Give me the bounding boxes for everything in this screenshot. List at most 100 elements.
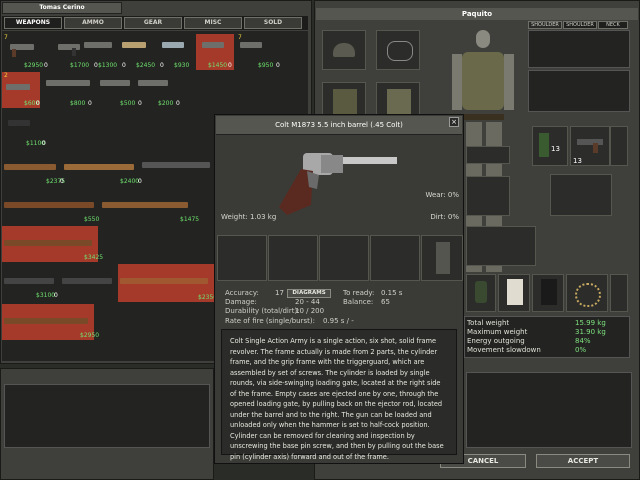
ammo-slot[interactable]: 13 (532, 126, 568, 166)
document-icon (507, 279, 523, 305)
item-price: $500 (120, 100, 136, 107)
ammo-attachment-slot[interactable] (421, 235, 463, 281)
inventory-item[interactable]: $1450 0 (196, 34, 234, 70)
item-count: 0 (176, 100, 180, 107)
shotgun-icon (4, 278, 54, 284)
holster-slot[interactable] (610, 126, 628, 166)
attachment-slot[interactable] (370, 235, 420, 281)
item-price: $2950 (24, 62, 44, 69)
attachment-slots (217, 235, 463, 285)
item-price: $2400 (120, 178, 140, 185)
item-price: $930 (174, 62, 190, 69)
inventory-item[interactable]: 7 $2950 0 (2, 34, 52, 70)
item-price: $550 (84, 216, 100, 223)
tab-neck[interactable]: NECK (598, 21, 628, 29)
inventory-item[interactable]: $2400 0 (62, 150, 142, 186)
notebook-slot[interactable] (532, 274, 564, 312)
revolver-icon (138, 80, 168, 86)
radio-slot[interactable] (466, 274, 496, 312)
tab-label: MISC (204, 19, 222, 26)
summary-box: Total weight 15.99 kg Maximum weight 31.… (464, 316, 630, 358)
description-text: Colt Single Action Army is a single acti… (230, 337, 444, 461)
attachment-slot[interactable] (268, 235, 318, 281)
attachment-slot[interactable] (319, 235, 369, 281)
attachment-slot[interactable] (217, 235, 267, 281)
item-price: $3100 (36, 292, 56, 299)
accuracy-label: Accuracy: (225, 289, 259, 297)
item-price: $3425 (84, 254, 104, 261)
wear-text: Wear: 0% (425, 191, 459, 199)
slowdown-value: 0% (575, 346, 587, 354)
item-price: $1475 (180, 216, 200, 223)
pocket-slot[interactable] (550, 174, 612, 216)
bottom-left-slot (4, 384, 210, 448)
tab-ammo[interactable]: AMMO (64, 17, 122, 29)
item-count: 0 (36, 100, 40, 107)
ammo-box-icon (539, 133, 549, 157)
misc-slot[interactable] (610, 274, 628, 312)
item-qty: 7 (238, 34, 242, 41)
energy-label: Energy outgoing (467, 337, 525, 345)
pistol-icon (202, 42, 224, 48)
close-icon[interactable]: × (449, 117, 459, 127)
item-price: $2450 (136, 62, 156, 69)
inventory-item[interactable]: 2 $600 0 (2, 72, 40, 108)
grip-icon (72, 48, 76, 56)
inventory-item[interactable]: $3425 (2, 226, 103, 262)
tab-sold[interactable]: SOLD (244, 17, 302, 29)
item-qty: 7 (4, 34, 8, 41)
neck-slot[interactable] (528, 70, 630, 112)
pistol-icon (240, 42, 262, 48)
diagrams-button[interactable]: DIAGRAMS (287, 289, 331, 298)
pistol-icon (58, 44, 80, 50)
revolver-icon (100, 80, 130, 86)
inventory-item[interactable]: $3100 0 (2, 264, 58, 300)
inventory-item[interactable] (140, 150, 214, 186)
slowdown-label: Movement slowdown (467, 346, 541, 354)
tab-gear[interactable]: GEAR (124, 17, 182, 29)
pocket-slot[interactable] (466, 146, 510, 164)
revolver-icon (46, 80, 90, 86)
inventory-item[interactable]: 7 $950 0 (236, 34, 286, 70)
tab-label: GEAR (143, 19, 163, 26)
pistol-slot[interactable]: 13 (570, 126, 610, 166)
rope-slot[interactable] (566, 274, 608, 312)
inventory-item[interactable]: $550 (2, 188, 100, 224)
cancel-label: CANCEL (467, 457, 499, 465)
merchant-header: Tomas Cerino (2, 2, 122, 14)
tab-misc[interactable]: MISC (184, 17, 242, 29)
pistol-icon (122, 42, 146, 48)
item-price: $800 (70, 100, 86, 107)
inventory-item[interactable]: $1475 (100, 188, 200, 224)
head-gear-slot[interactable] (376, 30, 420, 70)
item-count: 0 (88, 100, 92, 107)
dirt-text: Dirt: 0% (430, 213, 459, 221)
max-weight-value: 31.90 kg (575, 328, 606, 336)
inventory-item[interactable]: $800 0 (44, 72, 96, 108)
rifle-icon (64, 164, 134, 170)
inventory-item[interactable]: $2950 (2, 304, 99, 340)
pocket-slot[interactable] (466, 226, 536, 266)
tab-shoulder-1[interactable]: SHOULDER (528, 21, 562, 29)
pocket-slot[interactable] (466, 176, 510, 216)
inventory-item[interactable]: $2375 0 (2, 150, 65, 186)
rifle-icon (4, 202, 94, 208)
tab-weapons[interactable]: WEAPONS (4, 17, 62, 29)
inventory-item[interactable] (60, 264, 116, 300)
item-price: $1300 (98, 62, 118, 69)
tab-label: NECK (606, 22, 620, 28)
toready-value: 0.15 s (381, 289, 403, 297)
inventory-item[interactable]: $1100 0 (2, 112, 52, 148)
tab-label: WEAPONS (15, 19, 51, 26)
tab-shoulder-2[interactable]: SHOULDER (563, 21, 597, 29)
rifle-icon (102, 202, 188, 208)
vest-icon (462, 52, 504, 110)
helmet-slot[interactable] (322, 30, 366, 70)
energy-value: 84% (575, 337, 591, 345)
inventory-item[interactable]: $2350 (118, 264, 217, 302)
document-slot[interactable] (498, 274, 530, 312)
inventory-item[interactable]: $200 0 (136, 72, 186, 108)
accept-button[interactable]: ACCEPT (536, 454, 630, 468)
shoulder-weapon-slot[interactable] (528, 30, 630, 68)
arm-icon (452, 54, 462, 110)
